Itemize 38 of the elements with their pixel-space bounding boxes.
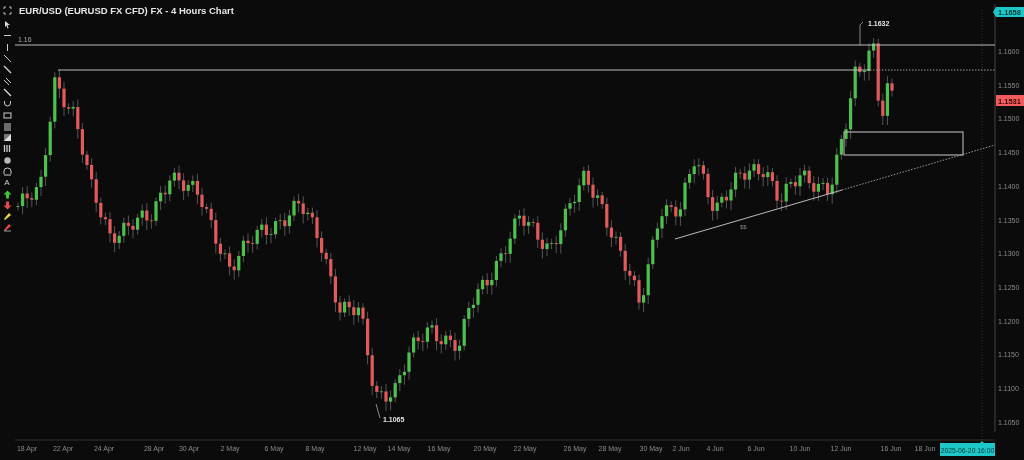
vertical-bars-icon <box>2 144 12 154</box>
up-arrow-tool-button[interactable] <box>2 189 12 199</box>
rectangle-tool-button[interactable] <box>2 110 12 120</box>
trend-line-tool-button[interactable] <box>2 53 12 64</box>
parallel-lines-icon <box>2 76 12 86</box>
expand-tool-button[interactable] <box>2 4 12 16</box>
pointer-tool-button[interactable] <box>2 20 12 30</box>
diagonal-line-icon <box>2 54 12 64</box>
pointer-icon <box>2 20 12 30</box>
arc-tool-button[interactable] <box>2 99 12 109</box>
leader-line <box>375 403 381 419</box>
expand-icon <box>2 5 12 15</box>
circle-tool-button[interactable] <box>2 155 12 165</box>
arch-icon <box>2 167 12 176</box>
diagonal-line-icon <box>2 65 12 75</box>
highlighter-icon <box>2 212 12 222</box>
circle-icon <box>2 155 12 165</box>
arc-icon <box>2 99 12 109</box>
down-arrow-tool-button[interactable] <box>2 200 12 211</box>
channel-tool-button[interactable] <box>2 76 12 86</box>
fibonacci-tool-button[interactable] <box>2 132 12 143</box>
text-tool-button[interactable]: A <box>2 178 12 188</box>
highlighter-tool-button[interactable] <box>2 212 12 222</box>
eraser-icon <box>2 223 12 233</box>
chart-title: EUR/USD (EURUSD FX CFD) FX - 4 Hours Chart <box>19 5 234 16</box>
extended-line-tool-button[interactable] <box>2 87 12 98</box>
eraser-tool-button[interactable] <box>2 223 12 233</box>
ray-tool-button[interactable] <box>2 65 12 75</box>
bars-tool-button[interactable] <box>2 144 12 154</box>
leader-line <box>859 21 864 46</box>
diagonal-line-icon <box>2 87 12 97</box>
gradient-square-icon <box>2 133 12 143</box>
arch-tool-button[interactable] <box>2 166 12 177</box>
levels-tool-button[interactable] <box>2 121 12 131</box>
horizontal-lines-icon <box>2 121 12 131</box>
up-arrow-icon <box>2 189 12 199</box>
rectangle-icon <box>2 110 12 120</box>
down-arrow-icon <box>2 200 12 210</box>
